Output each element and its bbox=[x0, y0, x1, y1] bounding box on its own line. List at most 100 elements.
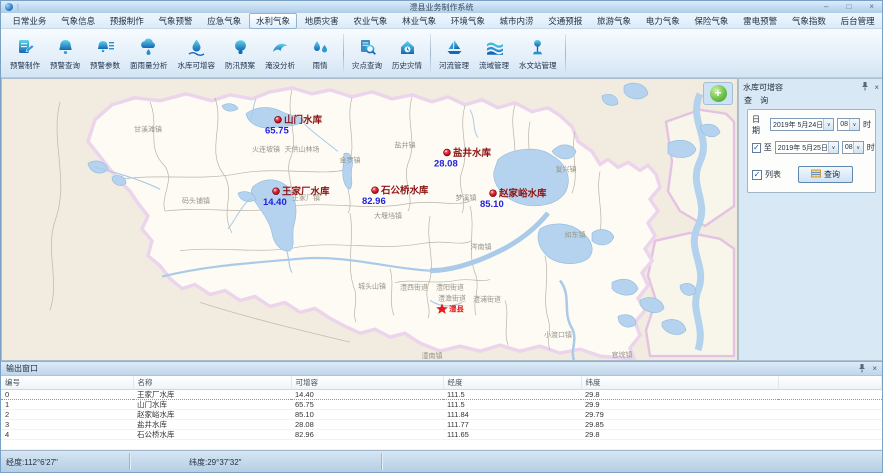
menu-tab[interactable]: 农业气象 bbox=[346, 14, 395, 28]
status-latitude: 纬度:29°37'32" bbox=[189, 457, 241, 468]
chevron-down-icon: ∨ bbox=[853, 142, 863, 153]
warning-params-button[interactable]: 预警参数 bbox=[85, 31, 125, 76]
warning-create-button[interactable]: 预警制作 bbox=[5, 31, 45, 76]
doc-search-icon bbox=[357, 37, 378, 58]
menu-tab[interactable]: 气象指数 bbox=[785, 14, 834, 28]
menu-tab[interactable]: 林业气象 bbox=[395, 14, 444, 28]
output-table-cell: 2 bbox=[1, 410, 133, 420]
output-column-header[interactable]: 纬度 bbox=[581, 376, 778, 390]
menu-tab[interactable]: 后台管理 bbox=[833, 14, 882, 28]
output-column-header[interactable]: 编号 bbox=[1, 376, 133, 390]
cloud-rain-icon bbox=[138, 37, 159, 58]
application-window: | 澧县业务制作系统 – □ × 日常业务气象信息预报制作气象预警应急气象水利气… bbox=[0, 0, 883, 473]
output-window-title: 输出窗口 bbox=[6, 363, 38, 374]
date-from-select[interactable]: 2019年 5月24日 ∨ bbox=[770, 118, 834, 131]
output-column-header[interactable]: 经度 bbox=[443, 376, 581, 390]
reservoir-dot-icon bbox=[372, 187, 379, 194]
menu-tab[interactable]: 日常业务 bbox=[5, 14, 54, 28]
output-table-cell: 29.79 bbox=[581, 410, 778, 420]
reservoir-name-label: 王家厂水库 bbox=[282, 186, 330, 198]
pin-icon[interactable] bbox=[861, 81, 869, 93]
reservoir-name-label: 赵家峪水库 bbox=[498, 188, 547, 200]
output-table-row[interactable]: 1山门水库65.75111.529.9 bbox=[1, 400, 882, 410]
county-seat-label: 澧县 bbox=[449, 303, 465, 313]
menu-tab[interactable]: 电力气象 bbox=[638, 14, 687, 28]
menu-tab[interactable]: 城市内涝 bbox=[492, 14, 541, 28]
toolbar-button-label: 历史灾情 bbox=[392, 60, 422, 71]
wave-icon bbox=[270, 37, 291, 58]
output-table-row[interactable]: 3盐井水库28.08111.7729.85 bbox=[1, 420, 882, 430]
hour-to-value: 08 bbox=[845, 144, 853, 151]
output-column-header[interactable]: 可增容 bbox=[291, 376, 443, 390]
menu-tab[interactable]: 预报制作 bbox=[102, 14, 151, 28]
marker-highlight bbox=[491, 191, 493, 193]
query-button[interactable]: 查询 bbox=[798, 166, 853, 183]
area-rainfall-analysis-button[interactable]: 面雨量分析 bbox=[125, 31, 173, 76]
menu-tab[interactable]: 雷电预警 bbox=[736, 14, 785, 28]
output-table-cell: 山门水库 bbox=[133, 400, 291, 410]
warning-query-button[interactable]: 预警查询 bbox=[45, 31, 85, 76]
town-label: 城头山镇 bbox=[358, 282, 386, 291]
query-button-label: 查询 bbox=[824, 169, 840, 180]
menu-tab[interactable]: 气象预警 bbox=[151, 14, 200, 28]
date-to-select[interactable]: 2019年 5月25日 ∨ bbox=[775, 141, 839, 154]
reservoir-dot-icon bbox=[275, 116, 282, 123]
map-region: 甘溪滩镇火连坡镇天供山林场金罗镇盐井镇复兴镇码头铺镇王家厂镇大堰垱镇梦溪镇涔南镇… bbox=[1, 78, 738, 361]
output-table-row[interactable]: 0王家厂水库14.40111.529.8 bbox=[1, 390, 882, 400]
disaster-history-button[interactable]: 历史灾情 bbox=[387, 31, 427, 76]
menu-tab[interactable]: 应急气象 bbox=[200, 14, 249, 28]
maximize-button[interactable]: □ bbox=[846, 1, 851, 13]
town-label: 小渡口镇 bbox=[544, 330, 572, 339]
menu-tab[interactable]: 气象信息 bbox=[54, 14, 103, 28]
submerge-analysis-button[interactable]: 淹没分析 bbox=[260, 31, 300, 76]
menu-tab[interactable]: 旅游气象 bbox=[590, 14, 639, 28]
reservoir-value-label: 14.40 bbox=[263, 197, 287, 208]
reservoir-dot-icon bbox=[273, 188, 280, 195]
town-label: 梦溪镇 bbox=[456, 193, 477, 202]
rain-info-button[interactable]: 雨情 bbox=[300, 31, 340, 76]
basin-management-button[interactable]: 流域管理 bbox=[474, 31, 514, 76]
map-zoom-control: + bbox=[703, 82, 733, 105]
town-label: 澧浦街道 bbox=[473, 294, 501, 303]
output-table-row[interactable]: 2赵家峪水库85.10111.8429.79 bbox=[1, 410, 882, 420]
menu-tab[interactable]: 环境气象 bbox=[443, 14, 492, 28]
town-label: 复兴镇 bbox=[556, 164, 577, 173]
reservoir-name-label: 石公桥水库 bbox=[380, 185, 429, 197]
menu-tab[interactable]: 保险气象 bbox=[687, 14, 736, 28]
reservoir-capacity-panel: 水库可增容 × 查 询 日期 2019年 5月24日 ∨ 08 ∨ 时 bbox=[738, 78, 883, 361]
hour-suffix-label: 时 bbox=[863, 119, 871, 130]
query-group-label: 查 询 bbox=[739, 93, 883, 106]
reservoir-dot-icon bbox=[444, 149, 451, 156]
menu-tab[interactable]: 水利气象 bbox=[249, 13, 298, 29]
to-checkbox[interactable]: ✓ bbox=[752, 143, 761, 153]
output-table-cell: 111.5 bbox=[443, 400, 581, 410]
output-table-cell: 65.75 bbox=[291, 400, 443, 410]
flood-plan-button[interactable]: 防汛预案 bbox=[220, 31, 260, 76]
disaster-point-query-button[interactable]: 灾点查询 bbox=[347, 31, 387, 76]
toolbar-button-label: 水库可增容 bbox=[178, 60, 216, 71]
sailboat-icon bbox=[444, 37, 465, 58]
pin-icon[interactable] bbox=[858, 363, 866, 375]
close-button[interactable]: × bbox=[869, 1, 874, 13]
panel-close-icon[interactable]: × bbox=[874, 83, 879, 92]
output-table-cell: 111.65 bbox=[443, 430, 581, 440]
toolbar-button-label: 淹没分析 bbox=[265, 60, 295, 71]
town-label: 大堰垱镇 bbox=[374, 211, 402, 220]
output-table-row[interactable]: 4石公桥水库82.96111.6529.8 bbox=[1, 430, 882, 440]
river-management-button[interactable]: 河流管理 bbox=[434, 31, 474, 76]
hour-from-select[interactable]: 08 ∨ bbox=[837, 118, 860, 131]
list-checkbox[interactable]: ✓ bbox=[752, 170, 762, 180]
output-close-icon[interactable]: × bbox=[872, 364, 877, 373]
menu-tab[interactable]: 地质灾害 bbox=[297, 14, 346, 28]
zoom-in-button[interactable]: + bbox=[710, 85, 727, 102]
toolbar-button-label: 水文站管理 bbox=[519, 60, 557, 71]
hour-to-select[interactable]: 08 ∨ bbox=[842, 141, 864, 154]
map-canvas[interactable]: 甘溪滩镇火连坡镇天供山林场金罗镇盐井镇复兴镇码头铺镇王家厂镇大堰垱镇梦溪镇涔南镇… bbox=[2, 79, 737, 360]
menu-tab[interactable]: 交通预报 bbox=[541, 14, 590, 28]
hydrostation-management-button[interactable]: 水文站管理 bbox=[514, 31, 562, 76]
toolbar-button-label: 预警查询 bbox=[50, 60, 80, 71]
reservoir-capacity-button[interactable]: 水库可增容 bbox=[173, 31, 221, 76]
output-column-header[interactable]: 名称 bbox=[133, 376, 291, 390]
minimize-button[interactable]: – bbox=[824, 1, 828, 13]
output-table-cell: 28.08 bbox=[291, 420, 443, 430]
